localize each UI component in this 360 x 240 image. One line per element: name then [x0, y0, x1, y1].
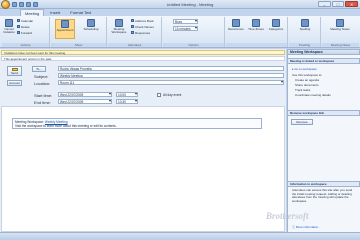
check-names-icon — [131, 25, 134, 28]
appointment-icon — [61, 20, 69, 28]
calendar-icon — [17, 19, 20, 22]
ribbon-group-show: Appointment Scheduling Show — [51, 17, 107, 47]
goto-workspace-link[interactable]: ▸ Go to workspace — [292, 67, 317, 71]
forward-icon — [17, 31, 20, 34]
ribbon-group-actions: Cancel Invitation Calendar Delete Forwar… — [2, 17, 50, 47]
use-item: Track tasks — [295, 88, 311, 92]
spelling-button[interactable]: Spelling — [295, 19, 315, 39]
scheduling-button[interactable]: Scheduling — [81, 19, 101, 39]
watermark: Brothersoft — [266, 211, 309, 221]
start-date-field[interactable]: Wed 22/07/2009 — [58, 92, 112, 97]
scheduling-icon — [87, 19, 95, 27]
delete-button[interactable]: Delete — [17, 24, 30, 29]
workspace-icon — [115, 19, 123, 27]
info-bar-not-sent: Invitations have not been sent for this … — [1, 50, 285, 55]
subject-field[interactable]: Weekly Meeting — [58, 73, 284, 78]
workspace-box: Meeting Workspace: Weekly Meeting Visit … — [12, 118, 262, 129]
info-title: Information to workspace — [287, 181, 360, 187]
recurrence-button[interactable]: Recurrence — [227, 19, 245, 39]
linked-title: Meeting is linked to workspace — [287, 58, 360, 64]
meeting-notes-button[interactable]: Meeting Notes — [328, 19, 352, 39]
ribbon-group-recurrence: Recurrence Time Zones Categorize — [226, 17, 288, 47]
end-date-field[interactable]: Wed 22/07/2009 — [58, 99, 112, 104]
responses-button[interactable]: Responses — [131, 30, 150, 35]
forward-button[interactable]: Forward — [17, 30, 32, 35]
save-icon[interactable] — [12, 2, 17, 7]
undo-icon[interactable] — [19, 2, 24, 7]
time-zones-button[interactable]: Time Zones — [247, 19, 265, 39]
start-time-label: Start time: — [34, 93, 53, 98]
more-info-link[interactable]: ⓘ More information — [292, 225, 318, 229]
use-item: Coordinate meeting details — [295, 93, 331, 97]
location-label: Location: — [34, 81, 51, 86]
office-button[interactable] — [1, 0, 10, 9]
window-title: Untitled Meeting - Meeting — [166, 2, 214, 7]
remove-workspace-button[interactable]: Remove — [291, 119, 313, 125]
spelling-icon — [301, 19, 309, 27]
ribbon-group-proofing: Spelling Proofing — [289, 17, 321, 47]
end-time-label: End time: — [34, 100, 51, 105]
check-names-button[interactable]: Check Names — [131, 24, 154, 29]
account-button[interactable]: Account — [7, 80, 22, 86]
pane-title: Meeting Workspace — [287, 49, 360, 55]
appointment-button[interactable]: Appointment — [55, 19, 75, 39]
tab-format-text[interactable]: Format Text — [66, 9, 95, 16]
ribbon-tabs: Meeting Insert Format Text — [0, 9, 360, 16]
ribbon-group-meeting-notes: Meeting Notes Meeting Notes — [322, 17, 359, 47]
start-time-field[interactable]: 10:00 — [116, 92, 138, 97]
cancel-invitation-button[interactable]: Cancel Invitation — [3, 19, 15, 39]
info-text: Attendees can access this site after you… — [292, 188, 353, 203]
meeting-workspace-button[interactable]: Meeting Workspace — [109, 19, 129, 39]
use-item: Share documents — [295, 83, 319, 87]
all-day-label: All day event — [163, 93, 182, 97]
categorize-button[interactable]: Categorize — [267, 19, 285, 39]
use-item: Create an agenda — [295, 78, 320, 82]
minimize-button[interactable]: – — [318, 1, 331, 7]
address-book-icon — [131, 19, 134, 22]
all-day-checkbox[interactable] — [157, 93, 161, 97]
close-button[interactable]: ✕ — [345, 1, 359, 7]
window-controls: – □ ✕ — [318, 1, 359, 8]
redo-icon[interactable] — [26, 2, 31, 7]
tab-meeting[interactable]: Meeting — [20, 9, 45, 16]
remove-link-title: Remove workspace link — [287, 110, 360, 116]
calendar-button[interactable]: Calendar — [17, 18, 33, 23]
delete-icon — [17, 25, 20, 28]
info-bar-past: This appointment occurs in the past. — [1, 56, 285, 61]
recurrence-icon — [232, 19, 240, 27]
cancel-icon — [5, 19, 13, 27]
location-field[interactable]: Room 111 — [58, 80, 284, 85]
ribbon-group-options: Busy 15 minutes Options — [163, 17, 225, 47]
tab-insert[interactable]: Insert — [46, 9, 64, 16]
to-button[interactable]: To... — [32, 66, 46, 72]
workspace-description: Visit the workspace to learn more about … — [15, 124, 117, 128]
time-zones-icon — [252, 19, 260, 27]
maximize-button[interactable]: □ — [331, 1, 345, 7]
status-bar — [0, 232, 360, 240]
onenote-icon — [336, 19, 344, 27]
reminder-select[interactable]: 15 minutes — [173, 26, 198, 31]
send-button[interactable]: Send — [7, 66, 22, 76]
end-time-field[interactable]: 10:30 — [116, 99, 138, 104]
responses-icon — [131, 31, 134, 34]
customize-qat-icon[interactable] — [33, 2, 38, 7]
address-book-button[interactable]: Address Book — [131, 18, 154, 23]
group-label: Actions — [2, 43, 49, 47]
ribbon-group-attendees: Meeting Workspace Address Book Check Nam… — [108, 17, 162, 47]
show-as-select[interactable]: Busy — [173, 19, 198, 24]
quick-access-toolbar — [12, 2, 46, 7]
subject-label: Subject: — [34, 74, 49, 79]
use-intro: Use this workspace to: — [292, 73, 323, 77]
categorize-icon — [272, 19, 280, 27]
to-field[interactable]: Rudra Vikaas Prunelia — [58, 66, 284, 71]
